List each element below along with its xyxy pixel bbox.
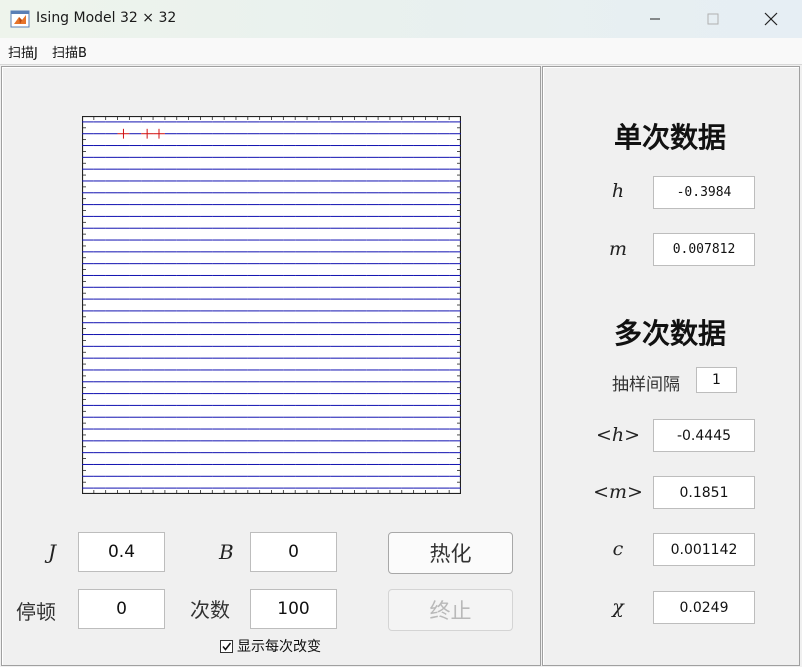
avg-h-label: <h> [595, 424, 641, 446]
window-title: Ising Model 32 × 32 [36, 10, 177, 26]
checkmark-icon [222, 642, 232, 651]
chi-value: 0.0249 [653, 591, 755, 624]
h-label: h [611, 180, 625, 202]
title-bar[interactable]: Ising Model 32 × 32 [0, 0, 802, 38]
avg-m-label: <m> [593, 481, 643, 503]
pause-input[interactable]: 0 [78, 589, 165, 629]
minimize-icon [650, 18, 660, 20]
c-label: c [612, 538, 624, 560]
menu-scan-j[interactable]: 扫描J [8, 42, 38, 61]
close-button[interactable] [742, 0, 800, 38]
pause-label: 停顿 [16, 600, 56, 624]
h-value: -0.3984 [653, 176, 755, 209]
close-icon [764, 12, 778, 26]
maximize-icon [707, 13, 719, 25]
interval-input[interactable]: 1 [696, 367, 737, 393]
heat-button[interactable]: 热化 [388, 532, 513, 574]
show-each-change-checkbox[interactable]: 显示每次改变 [220, 636, 321, 656]
m-value: 0.007812 [653, 233, 755, 266]
show-each-change-label: 显示每次改变 [237, 639, 321, 655]
maximize-button[interactable] [684, 0, 742, 38]
avg-h-value: -0.4445 [653, 419, 755, 452]
count-input[interactable]: 100 [250, 589, 337, 629]
c-value: 0.001142 [653, 533, 755, 566]
spin-lattice [82, 116, 461, 494]
multi-data-title: 多次数据 [613, 317, 726, 350]
interval-label: 抽样间隔 [612, 375, 680, 395]
menu-scan-b[interactable]: 扫描B [52, 42, 87, 61]
chi-label: χ [612, 596, 624, 618]
b-label: B [219, 540, 234, 564]
m-label: m [608, 238, 628, 260]
single-data-title: 单次数据 [613, 121, 726, 154]
minimize-button[interactable] [626, 0, 684, 38]
stop-button[interactable]: 终止 [388, 589, 513, 631]
avg-m-value: 0.1851 [653, 476, 755, 509]
checkbox-box[interactable] [220, 639, 233, 653]
menu-bar: 扫描J 扫描B [0, 38, 802, 65]
j-label: J [48, 540, 57, 564]
j-input[interactable]: 0.4 [78, 532, 165, 572]
data-panel [542, 66, 800, 666]
b-input[interactable]: 0 [250, 532, 337, 572]
matlab-icon [10, 10, 30, 28]
count-label: 次数 [190, 598, 230, 622]
